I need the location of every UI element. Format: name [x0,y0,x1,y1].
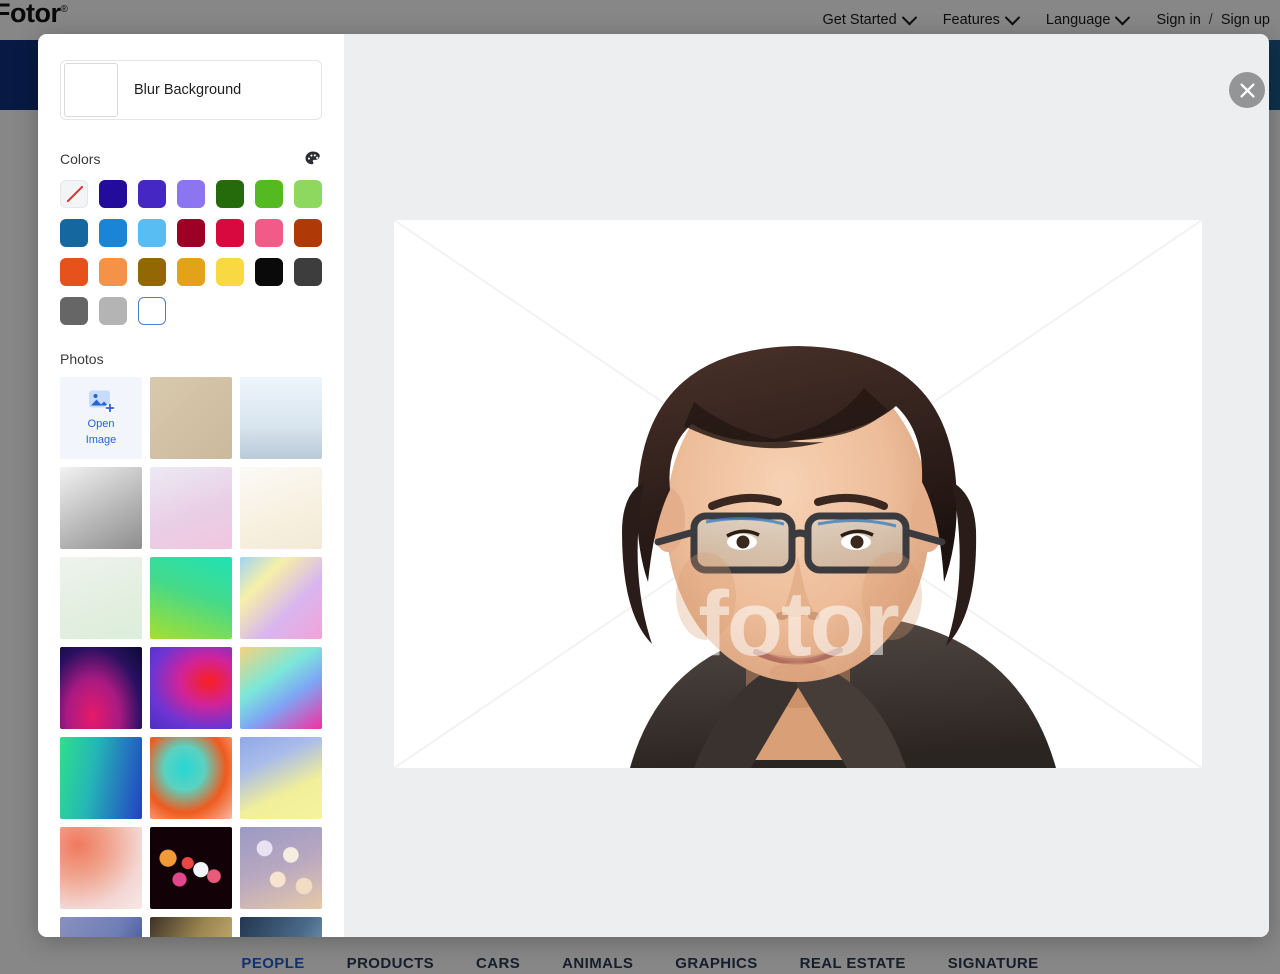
photo-thumb-blue-yellow-gradient[interactable] [240,737,322,819]
background-editor-modal: Blur Background Colors Photos Open Image… [38,34,1269,937]
background-options-panel: Blur Background Colors Photos Open Image [38,34,344,937]
color-swatch-grid [60,180,322,325]
open-image-button[interactable]: Open Image [60,377,142,459]
photo-thumb-green-teal-gradient[interactable] [150,557,232,639]
color-swatch-light-purple[interactable] [177,180,205,208]
color-swatch-dark-gray[interactable] [294,258,322,286]
color-swatch-dark-indigo[interactable] [99,180,127,208]
close-modal-button[interactable] [1229,72,1265,108]
photo-thumb-pink-lavender-gradient[interactable] [150,467,232,549]
blur-thumbnail [64,63,118,117]
color-swatch-violet[interactable] [138,180,166,208]
color-swatch-black[interactable] [255,258,283,286]
color-swatch-pink[interactable] [255,219,283,247]
photo-thumb-purple-red-gradient[interactable] [150,647,232,729]
photo-thumb-blue-bokeh-photo-partial[interactable] [60,917,142,937]
photo-thumb-peach-blush-gradient[interactable] [60,827,142,909]
color-swatch-sky-blue[interactable] [138,219,166,247]
portrait-subject [622,346,1056,768]
open-image-label-line1: Open [87,418,115,430]
color-swatch-gray[interactable] [60,297,88,325]
photo-thumb-blue-white-gradient[interactable] [240,377,322,459]
color-swatch-teal-blue[interactable] [60,219,88,247]
color-swatch-dark-red[interactable] [177,219,205,247]
color-swatch-light-green[interactable] [294,180,322,208]
color-swatch-crimson[interactable] [216,219,244,247]
photo-thumb-navy-magenta-gradient[interactable] [60,647,142,729]
photos-title: Photos [60,351,104,367]
blur-background-button[interactable]: Blur Background [60,60,322,120]
photo-thumb-beige-solid[interactable] [150,377,232,459]
color-swatch-green[interactable] [255,180,283,208]
colors-section-header: Colors [60,150,322,168]
photo-thumb-gray-gradient[interactable] [60,467,142,549]
color-swatch-orange-red[interactable] [60,258,88,286]
color-swatch-white[interactable] [138,297,166,325]
color-swatch-yellow[interactable] [216,258,244,286]
photo-thumb-teal-orange-gradient[interactable] [150,737,232,819]
blur-background-label: Blur Background [134,82,242,98]
color-swatch-light-gray[interactable] [99,297,127,325]
color-swatch-blue[interactable] [99,219,127,247]
photo-thumbnail-grid: Open Image [60,377,322,937]
color-swatch-dark-green[interactable] [216,180,244,208]
editor-canvas-area: fotor [344,34,1269,937]
photo-thumb-dark-bokeh-photo[interactable] [150,827,232,909]
photo-thumb-dark-blue-bokeh-photo-partial[interactable] [240,917,322,937]
colors-title: Colors [60,151,101,167]
photo-thumb-pale-green-gradient[interactable] [60,557,142,639]
add-photo-icon [89,390,115,413]
image-canvas[interactable]: fotor [394,220,1202,768]
photo-thumb-green-blue-gradient[interactable] [60,737,142,819]
close-icon [1239,82,1255,98]
color-swatch-rust[interactable] [294,219,322,247]
photo-thumb-gold-bokeh-photo-partial[interactable] [150,917,232,937]
color-swatch-orange[interactable] [99,258,127,286]
photo-thumb-lavender-bokeh-photo[interactable] [240,827,322,909]
photo-thumb-pastel-rainbow-gradient[interactable] [240,557,322,639]
color-swatch-dark-gold[interactable] [138,258,166,286]
color-swatch-none[interactable] [60,180,88,208]
photo-thumb-cream-gradient[interactable] [240,467,322,549]
palette-icon[interactable] [304,150,322,168]
color-swatch-gold[interactable] [177,258,205,286]
photo-thumb-cyan-pink-gradient[interactable] [240,647,322,729]
open-image-label-line2: Image [85,434,117,446]
